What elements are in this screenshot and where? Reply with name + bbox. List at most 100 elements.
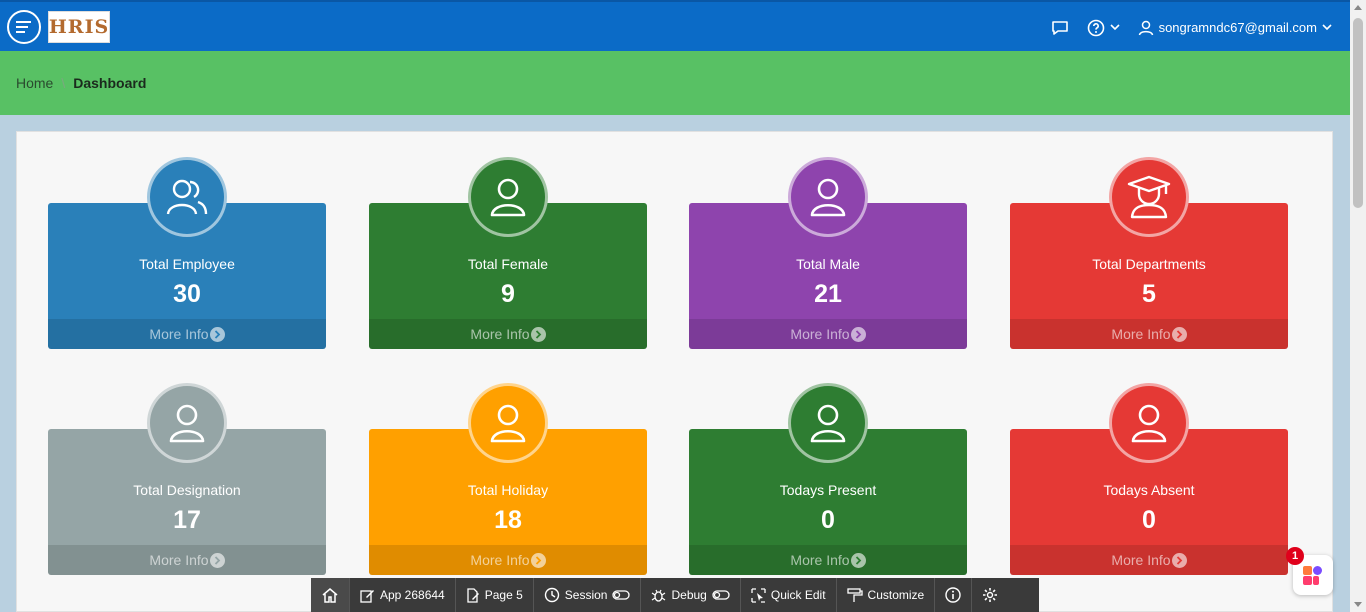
page-scrollbar[interactable] xyxy=(1350,0,1366,612)
scroll-up-arrow[interactable] xyxy=(1354,5,1362,10)
users-icon xyxy=(164,174,210,220)
stat-card-value: 0 xyxy=(821,506,835,534)
stat-card[interactable]: Total Female 9 More Info xyxy=(369,157,647,349)
app-logo[interactable]: HRIS xyxy=(48,11,110,43)
devbar-settings-button[interactable] xyxy=(972,578,1008,612)
clock-icon xyxy=(544,587,559,603)
scrollbar-thumb[interactable] xyxy=(1353,18,1363,208)
stat-card[interactable]: Todays Absent 0 More Info xyxy=(1010,383,1288,575)
notification-badge: 1 xyxy=(1286,547,1304,565)
stat-card-label: Total Designation xyxy=(133,482,241,498)
user-icon xyxy=(807,175,849,219)
stat-card-value: 17 xyxy=(173,506,201,534)
devbar-session-label: Session xyxy=(564,588,608,602)
more-info-link[interactable]: More Info xyxy=(48,319,326,349)
stat-card-value: 5 xyxy=(1142,280,1156,308)
more-info-link[interactable]: More Info xyxy=(1010,545,1288,575)
stat-card-label: Total Employee xyxy=(139,256,235,272)
devbar-home-button[interactable] xyxy=(311,578,350,612)
stat-card-value: 9 xyxy=(501,280,515,308)
breadcrumb-home-link[interactable]: Home xyxy=(16,75,53,91)
arrow-right-icon xyxy=(1171,552,1187,568)
devbar-quick-edit-label: Quick Edit xyxy=(770,588,826,602)
quick-edit-icon xyxy=(751,587,766,603)
stat-card-label: Total Departments xyxy=(1092,256,1206,272)
user-icon xyxy=(166,401,208,445)
stat-card[interactable]: Total Holiday 18 More Info xyxy=(369,383,647,575)
card-icon-circle xyxy=(788,157,868,237)
more-info-label: More Info xyxy=(790,326,850,342)
more-info-label: More Info xyxy=(790,552,850,568)
arrow-right-icon xyxy=(1171,326,1187,342)
devbar-quick-edit-button[interactable]: Quick Edit xyxy=(741,578,837,612)
stat-card-label: Todays Present xyxy=(779,482,877,498)
stat-card-label: Total Female xyxy=(467,256,549,272)
card-icon-circle xyxy=(147,383,227,463)
edit-icon xyxy=(360,589,374,603)
more-info-link[interactable]: More Info xyxy=(689,545,967,575)
card-icon-circle xyxy=(147,157,227,237)
stat-card-value: 30 xyxy=(173,280,201,308)
devbar-app-label: App 268644 xyxy=(380,588,445,602)
more-info-link[interactable]: More Info xyxy=(689,319,967,349)
devbar-page-label: Page 5 xyxy=(484,588,523,602)
bug-icon xyxy=(652,589,666,602)
app-widget-icon xyxy=(1303,566,1322,585)
menu-toggle-button[interactable] xyxy=(7,10,41,44)
devbar-customize-label: Customize xyxy=(867,588,925,602)
more-info-link[interactable]: More Info xyxy=(1010,319,1288,349)
stat-card-value: 0 xyxy=(1142,506,1156,534)
feedback-button[interactable] xyxy=(1051,20,1069,36)
devbar-page-button[interactable]: Page 5 xyxy=(456,578,534,612)
arrow-right-icon xyxy=(530,326,546,342)
chevron-down-icon xyxy=(1322,24,1332,31)
help-circle-icon xyxy=(1087,19,1104,36)
hamburger-menu-icon xyxy=(16,21,31,33)
more-info-label: More Info xyxy=(470,326,530,342)
stat-card[interactable]: Total Departments 5 More Info xyxy=(1010,157,1288,349)
scroll-down-arrow[interactable] xyxy=(1354,602,1362,607)
developer-toolbar: App 268644 Page 5 Session Debug Quick Ed… xyxy=(311,578,1039,612)
stat-card[interactable]: Todays Present 0 More Info xyxy=(689,383,967,575)
devbar-customize-button[interactable]: Customize xyxy=(837,578,936,612)
stat-card[interactable]: Total Employee 30 More Info xyxy=(48,157,326,349)
more-info-link[interactable]: More Info xyxy=(369,319,647,349)
devbar-app-button[interactable]: App 268644 xyxy=(350,578,456,612)
arrow-right-icon xyxy=(530,552,546,568)
page-edit-icon xyxy=(467,587,479,603)
breadcrumb-bar: Home \ Dashboard xyxy=(0,51,1350,115)
stat-card-label: Total Male xyxy=(796,256,860,272)
user-icon xyxy=(807,401,849,445)
chevron-down-icon xyxy=(1109,24,1120,31)
breadcrumb-separator: \ xyxy=(61,75,66,91)
gear-icon xyxy=(983,588,998,602)
user-icon xyxy=(1128,401,1170,445)
card-icon-circle xyxy=(788,383,868,463)
graduate-icon xyxy=(1126,174,1172,220)
paint-roller-icon xyxy=(846,587,863,602)
user-icon xyxy=(487,401,529,445)
card-icon-circle xyxy=(1109,383,1189,463)
more-info-label: More Info xyxy=(470,552,530,568)
stat-card[interactable]: Total Designation 17 More Info xyxy=(48,383,326,575)
user-icon xyxy=(487,175,529,219)
user-icon xyxy=(1138,20,1153,35)
arrow-right-icon xyxy=(209,326,225,342)
stat-card-label: Total Holiday xyxy=(467,482,549,498)
devbar-debug-button[interactable]: Debug xyxy=(641,578,741,612)
more-info-label: More Info xyxy=(149,552,209,568)
stat-card-label: Todays Absent xyxy=(1103,482,1195,498)
stat-card-value: 21 xyxy=(814,280,842,308)
stat-card[interactable]: Total Male 21 More Info xyxy=(689,157,967,349)
home-icon xyxy=(322,588,338,603)
devbar-session-button[interactable]: Session xyxy=(534,578,642,612)
devbar-info-button[interactable] xyxy=(935,578,973,612)
card-icon-circle xyxy=(468,383,548,463)
user-menu-button[interactable]: songramndc67@gmail.com xyxy=(1138,20,1332,36)
help-menu-button[interactable] xyxy=(1087,19,1120,37)
devbar-debug-label: Debug xyxy=(671,588,707,602)
more-info-link[interactable]: More Info xyxy=(369,545,647,575)
card-icon-circle xyxy=(468,157,548,237)
breadcrumb-current: Dashboard xyxy=(73,75,147,91)
more-info-link[interactable]: More Info xyxy=(48,545,326,575)
